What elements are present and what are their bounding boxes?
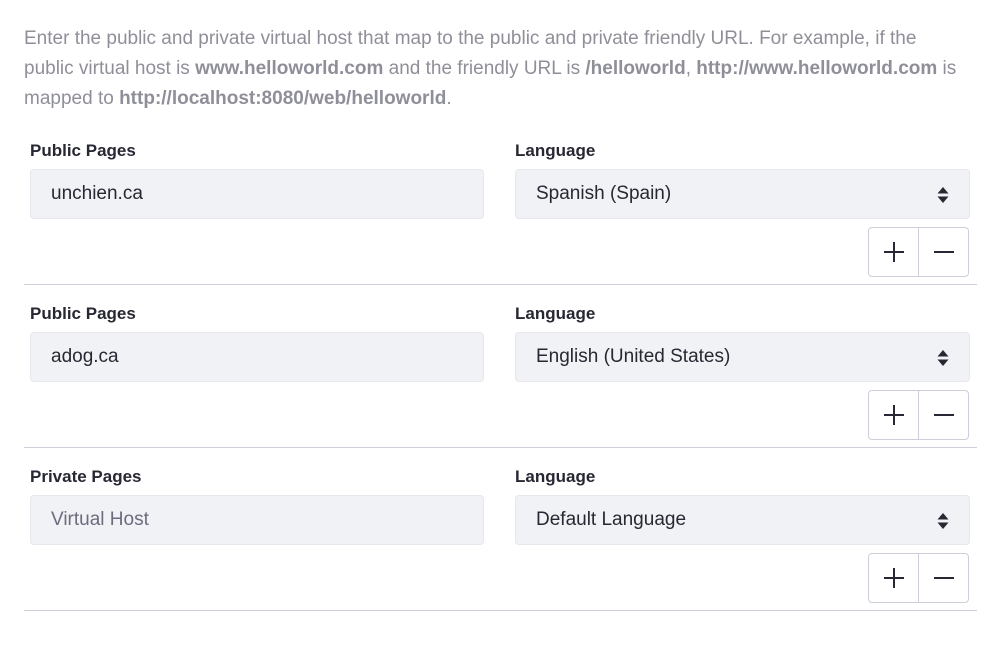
language-label: Language [515,141,596,160]
language-select[interactable]: Spanish (Spain) [515,169,970,219]
virtual-host-row: Public Pages Language Spanish (Spain) [24,121,977,285]
remove-row-button[interactable] [918,553,969,603]
language-label: Language [515,304,596,323]
language-label: Language [515,467,596,486]
language-select-value: Spanish (Spain) [536,183,672,204]
minus-icon [933,414,954,416]
row-actions [868,227,970,277]
caret-double-icon [937,350,949,366]
help-text: Enter the public and private virtual hos… [24,24,964,114]
host-label: Public Pages [30,304,136,323]
virtual-host-input[interactable] [30,495,484,545]
example-mapped-url: http://localhost:8080/web/helloworld [119,88,447,109]
example-friendly-url: /helloworld [585,58,686,79]
add-row-button[interactable] [868,390,919,440]
example-full-url: http://www.helloworld.com [696,58,938,79]
minus-icon [933,251,954,253]
caret-double-icon [937,187,949,203]
virtual-host-input[interactable] [30,332,484,382]
plus-icon [883,405,904,425]
host-label: Public Pages [30,141,136,160]
language-select-value: Default Language [536,509,687,530]
plus-icon [883,242,904,262]
caret-double-icon [937,513,949,529]
language-select[interactable]: English (United States) [515,332,970,382]
host-label: Private Pages [30,467,142,486]
remove-row-button[interactable] [918,227,969,277]
help-text-part: , [685,58,697,79]
add-row-button[interactable] [868,227,919,277]
virtual-host-input[interactable] [30,169,484,219]
help-text-part: and the friendly URL is [383,58,586,79]
add-row-button[interactable] [868,553,919,603]
virtual-host-row: Private Pages Language Default Language [24,447,977,611]
language-select[interactable]: Default Language [515,495,970,545]
minus-icon [933,577,954,579]
language-select-value: English (United States) [536,346,731,367]
remove-row-button[interactable] [918,390,969,440]
row-actions [868,390,970,440]
example-host: www.helloworld.com [195,58,384,79]
virtual-host-row: Public Pages Language English (United St… [24,284,977,448]
help-text-part: . [446,88,452,109]
plus-icon [883,568,904,588]
row-actions [868,553,970,603]
